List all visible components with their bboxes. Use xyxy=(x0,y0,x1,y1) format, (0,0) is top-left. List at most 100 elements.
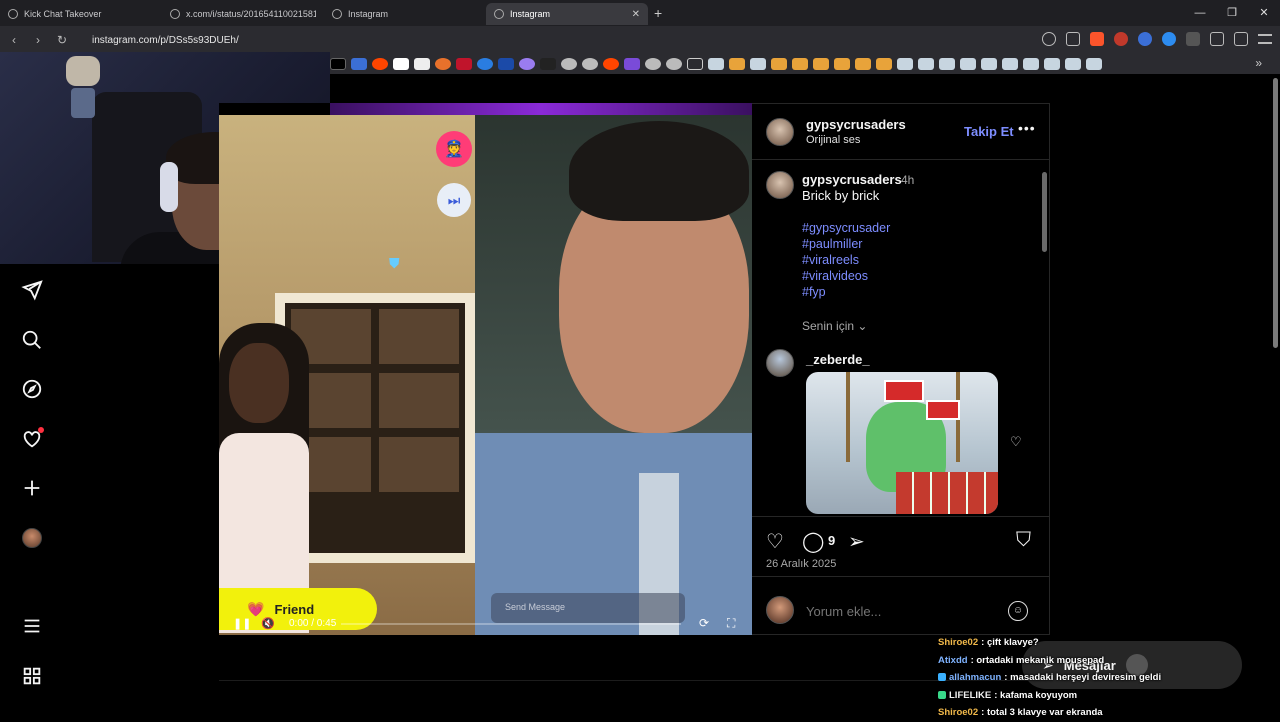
more-options-icon[interactable]: ••• xyxy=(1018,120,1036,136)
bookmark-icon[interactable] xyxy=(855,58,871,70)
video-progress-bar[interactable] xyxy=(341,623,681,625)
bookmark-steam-icon[interactable] xyxy=(708,58,724,70)
extension-icon[interactable] xyxy=(1138,32,1152,46)
bookmark-icon[interactable] xyxy=(456,58,472,70)
extension-icon[interactable] xyxy=(1186,32,1200,46)
new-tab-button[interactable]: + xyxy=(654,5,662,21)
bookmark-steam-icon[interactable] xyxy=(897,58,913,70)
create-icon[interactable] xyxy=(20,476,44,500)
browser-tab-kick-chat[interactable]: Kick Chat Takeover xyxy=(0,3,162,25)
folder-icon[interactable] xyxy=(687,58,703,70)
brave-shield-icon[interactable] xyxy=(1090,32,1104,46)
post-username[interactable]: gypsycrusaders xyxy=(806,117,906,132)
menu-icon[interactable] xyxy=(20,614,44,638)
hashtag-link[interactable]: #fyp xyxy=(802,284,890,300)
bookmark-icon[interactable] xyxy=(876,58,892,70)
messages-icon[interactable] xyxy=(20,278,44,302)
bookmark-icon[interactable] xyxy=(393,58,409,70)
close-window-button[interactable]: ✕ xyxy=(1248,0,1280,26)
minimize-button[interactable]: — xyxy=(1184,0,1216,26)
extension-icon[interactable] xyxy=(1114,32,1128,46)
menu-icon[interactable] xyxy=(1258,34,1272,44)
browser-tab-instagram[interactable]: Instagram xyxy=(324,3,486,25)
reel-video[interactable]: 👮 ⏭ ⛊ 💗 Friend Send Message ❚❚ 🔇 0:00 / … xyxy=(219,103,752,635)
bookmark-icon[interactable] xyxy=(666,58,682,70)
bookmarks-more-button[interactable]: » xyxy=(1255,56,1262,70)
bookmark-icon[interactable] xyxy=(813,58,829,70)
bookmark-reddit-icon[interactable] xyxy=(603,58,619,70)
restore-button[interactable]: ❐ xyxy=(1216,0,1248,26)
bookmark-steam-icon[interactable] xyxy=(1065,58,1081,70)
comment-icon[interactable]: ◯ xyxy=(802,529,824,554)
back-icon[interactable]: ‹ xyxy=(4,33,24,47)
zoom-icon[interactable] xyxy=(1042,32,1056,46)
bookmark-steam-icon[interactable] xyxy=(1086,58,1102,70)
extension-icon[interactable] xyxy=(1162,32,1176,46)
share-icon[interactable]: ➢ xyxy=(848,529,865,554)
bookmark-icon[interactable] xyxy=(729,58,745,70)
notifications-icon[interactable] xyxy=(20,427,44,451)
avatar[interactable] xyxy=(766,118,794,146)
bookmark-icon[interactable] xyxy=(498,58,514,70)
bookmark-icon[interactable] xyxy=(771,58,787,70)
bookmark-steam-icon[interactable] xyxy=(918,58,934,70)
scroll-thumb[interactable] xyxy=(1273,78,1278,348)
mute-icon[interactable]: 🔇 xyxy=(261,617,275,630)
reload-icon[interactable]: ↻ xyxy=(52,33,72,47)
bookmark-icon[interactable] xyxy=(645,58,661,70)
explore-icon[interactable] xyxy=(20,377,44,401)
for-you-dropdown[interactable]: Senin için ⌄ xyxy=(802,319,867,333)
bookmark-steam-icon[interactable] xyxy=(939,58,955,70)
url-field[interactable]: instagram.com/p/DSs5s93DUEh/ xyxy=(92,35,239,46)
sidebar-icon[interactable] xyxy=(1234,32,1248,46)
bookmark-icon[interactable] xyxy=(792,58,808,70)
bookmark-icon[interactable] xyxy=(351,58,367,70)
comment-username[interactable]: _zeberde_ xyxy=(806,352,870,367)
forward-icon[interactable]: › xyxy=(28,33,48,47)
browser-tab-x-status[interactable]: x.com/i/status/20165411002158124 xyxy=(162,3,324,25)
pause-icon[interactable]: ❚❚ xyxy=(233,617,251,630)
bookmark-steam-icon[interactable] xyxy=(981,58,997,70)
follow-button[interactable]: Takip Et xyxy=(964,124,1014,139)
bookmark-icon[interactable]: ⛉ xyxy=(1016,529,1031,552)
avatar[interactable] xyxy=(766,171,794,199)
bookmark-steam-icon[interactable] xyxy=(750,58,766,70)
bookmark-steam-icon[interactable] xyxy=(1002,58,1018,70)
loop-icon[interactable]: ⟳ xyxy=(699,616,709,630)
bookmark-icon[interactable] xyxy=(414,58,430,70)
close-tab-icon[interactable]: ✕ xyxy=(632,9,640,20)
caption-username[interactable]: gypsycrusaders xyxy=(802,172,902,187)
bookmark-icon[interactable] xyxy=(435,58,451,70)
page-scrollbar[interactable] xyxy=(1270,74,1280,720)
comment-input[interactable] xyxy=(806,604,996,619)
bookmark-x-icon[interactable] xyxy=(330,58,346,70)
bookmark-icon[interactable] xyxy=(477,58,493,70)
fullscreen-icon[interactable]: ⛶ xyxy=(727,616,735,631)
bookmark-icon[interactable] xyxy=(582,58,598,70)
hashtag-link[interactable]: #paulmiller xyxy=(802,236,890,252)
bookmark-icon[interactable] xyxy=(540,58,556,70)
bookmark-steam-icon[interactable] xyxy=(1044,58,1060,70)
puzzle-icon[interactable] xyxy=(1210,32,1224,46)
panel-scrollbar[interactable] xyxy=(1040,162,1048,516)
search-icon[interactable] xyxy=(20,328,44,352)
post-audio[interactable]: Orijinal ses xyxy=(806,134,860,146)
share-icon[interactable] xyxy=(1066,32,1080,46)
hashtag-link[interactable]: #viralreels xyxy=(802,252,890,268)
profile-icon[interactable] xyxy=(20,526,44,550)
browser-tab-instagram-active[interactable]: Instagram ✕ xyxy=(486,3,648,25)
apps-icon[interactable] xyxy=(20,664,44,688)
like-icon[interactable]: ♡ xyxy=(766,529,784,554)
bookmark-icon[interactable] xyxy=(834,58,850,70)
emoji-icon[interactable]: ☺ xyxy=(1008,601,1028,621)
bookmark-icon[interactable] xyxy=(624,58,640,70)
avatar[interactable] xyxy=(766,349,794,377)
hashtag-link[interactable]: #viralvideos xyxy=(802,268,890,284)
bookmark-steam-icon[interactable] xyxy=(960,58,976,70)
bookmark-icon[interactable] xyxy=(519,58,535,70)
hashtag-link[interactable]: #gypsycrusader xyxy=(802,220,890,236)
comment-like-icon[interactable]: ♡ xyxy=(1010,434,1022,450)
bookmark-reddit-icon[interactable] xyxy=(372,58,388,70)
scroll-thumb[interactable] xyxy=(1042,172,1047,252)
bookmark-steam-icon[interactable] xyxy=(1023,58,1039,70)
